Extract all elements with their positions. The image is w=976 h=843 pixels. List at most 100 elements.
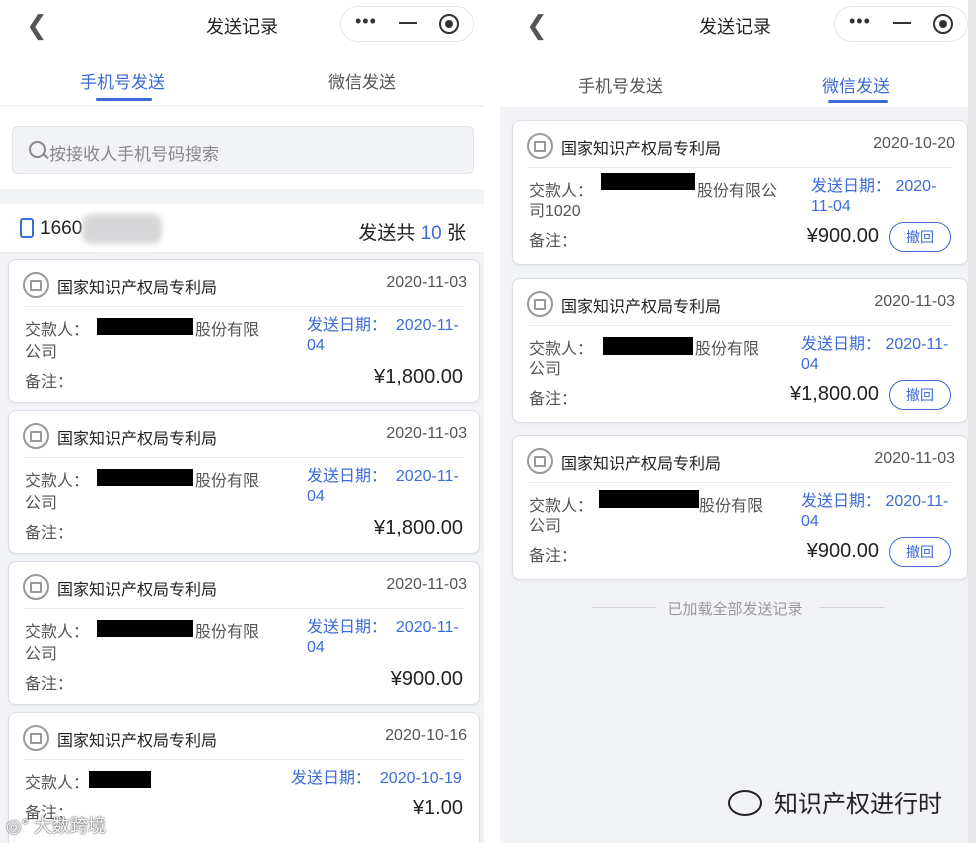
send-date-label: 发送日期：: [307, 619, 388, 636]
search-input[interactable]: 按接收人手机号码搜索: [12, 126, 474, 174]
issue-date: 2020-11-03: [386, 425, 467, 442]
send-date: 发送日期： 2020-11-04: [307, 618, 459, 658]
remark-label: 备注：: [25, 676, 74, 693]
wechat-icon: [728, 790, 762, 816]
search-icon: [29, 141, 46, 158]
send-date-value: 2020-10-19: [379, 770, 462, 787]
redaction-bar: [97, 318, 193, 335]
payer-label: 交款人：: [25, 322, 90, 339]
record-card[interactable]: 国家知识产权局专利局 2020-10-20 交款人： 股份有限公 司1020 发…: [512, 120, 968, 265]
seal-icon: [23, 423, 49, 449]
issue-date: 2020-10-20: [873, 135, 955, 152]
send-date-value: 2020-: [895, 178, 937, 195]
payer-name: 股份有限: [695, 341, 760, 358]
send-count: 发送共 10 张: [358, 218, 466, 245]
send-date-value-cont: 11-04: [811, 198, 851, 215]
nav-bar: ❮ 发送记录 •••: [500, 0, 970, 50]
record-card[interactable]: 国家知识产权局专利局 2020-11-03 交款人： 股份有限 公司 发送日期：…: [8, 410, 480, 554]
send-date-label: 发送日期：: [291, 770, 372, 787]
seal-icon: [23, 272, 49, 298]
send-date-value-cont: 04: [801, 513, 819, 530]
seal-icon: [23, 574, 49, 600]
end-line-right: [820, 607, 884, 608]
left-screen: ❮ 发送记录 ••• 手机号发送 微信发送 按接收人手机号码搜索 1660 发送…: [0, 0, 484, 843]
revoke-button[interactable]: 撤回: [889, 222, 951, 252]
payer-label: 交款人：: [25, 473, 90, 490]
record-card[interactable]: 国家知识产权局专利局 2020-11-03 交款人： 股份有限 公司 发送日期：…: [512, 435, 968, 580]
amount: ¥1,800.00: [374, 517, 463, 539]
send-date-label: 发送日期：: [801, 493, 882, 510]
divider: [23, 306, 465, 307]
tab-phone-send[interactable]: 手机号发送: [80, 68, 165, 93]
record-card[interactable]: 国家知识产权局专利局 2020-11-03 交款人： 股份有限 公司 发送日期：…: [8, 561, 480, 705]
close-circle-icon[interactable]: [439, 14, 459, 34]
phone-icon: [20, 218, 34, 238]
issue-date: 2020-10-16: [385, 727, 467, 744]
divider: [23, 608, 465, 609]
send-date: 发送日期： 2020-11- 04: [801, 492, 948, 532]
tab-bar: 手机号发送 微信发送: [0, 50, 484, 105]
seal-icon: [527, 291, 553, 317]
revoke-button[interactable]: 撤回: [889, 380, 951, 410]
divider: [527, 482, 953, 483]
issue-date: 2020-11-03: [874, 293, 955, 310]
more-icon[interactable]: •••: [849, 11, 871, 32]
redaction-bar: [97, 620, 193, 637]
minimize-icon[interactable]: [893, 22, 911, 24]
mini-program-capsule: •••: [340, 6, 474, 42]
amount: ¥900.00: [806, 540, 879, 562]
phone-summary: 1660 发送共 10 张: [0, 204, 484, 253]
tab-phone-send[interactable]: 手机号发送: [578, 72, 663, 97]
remark-label: 备注：: [529, 391, 578, 408]
seal-icon: [527, 448, 553, 474]
org-name: 国家知识产权局专利局: [561, 141, 722, 158]
org-name: 国家知识产权局专利局: [57, 733, 218, 750]
send-date-value: 2020-11-: [395, 468, 459, 485]
send-date-value-cont: 04: [307, 488, 325, 505]
right-edge-strip: [968, 0, 976, 843]
blurred-phone-digits: [82, 214, 162, 244]
more-icon[interactable]: •••: [355, 11, 377, 32]
redaction-bar: [89, 771, 151, 788]
divider: [23, 457, 465, 458]
close-circle-icon[interactable]: [933, 14, 953, 34]
phone-number: 1660: [40, 218, 83, 239]
amount: ¥1.00: [412, 797, 463, 819]
record-card[interactable]: 国家知识产权局专利局 2020-11-03 交款人： 股份有限 公司 发送日期：…: [512, 278, 968, 423]
send-date-value: 2020-11-: [885, 336, 949, 353]
send-date: 发送日期： 2020-11-04: [811, 177, 936, 217]
redaction-bar: [599, 490, 699, 508]
divider: [527, 325, 953, 326]
send-date-label: 发送日期：: [307, 317, 388, 334]
tab-wechat-send[interactable]: 微信发送: [328, 68, 396, 93]
count-number: 10: [420, 223, 442, 244]
issue-date: 2020-11-03: [386, 274, 467, 291]
send-date-value-cont: 04: [307, 639, 325, 656]
record-card[interactable]: 国家知识产权局专利局 2020-11-03 交款人： 股份有限 公司 发送日期：…: [8, 259, 480, 403]
redaction-bar: [601, 173, 695, 190]
minimize-icon[interactable]: [399, 22, 417, 24]
seal-icon: [23, 725, 49, 751]
divider: [527, 167, 953, 168]
org-name: 国家知识产权局专利局: [57, 582, 218, 599]
nav-bar: ❮ 发送记录 •••: [0, 0, 484, 50]
remark-label: 备注：: [25, 374, 74, 391]
watermark-right: 知识产权进行时: [774, 791, 942, 818]
watermark-left: ◎° 大数跨境: [6, 816, 106, 836]
payer-name-cont: 公司: [25, 495, 58, 512]
send-date-value-cont: 04: [307, 337, 325, 354]
revoke-button[interactable]: 撤回: [889, 537, 951, 567]
remark-label: 备注：: [529, 233, 578, 250]
tab-wechat-send[interactable]: 微信发送: [822, 72, 890, 97]
org-name: 国家知识产权局专利局: [57, 280, 218, 297]
payer-name-cont: 公司: [25, 344, 58, 361]
issue-date: 2020-11-03: [386, 576, 467, 593]
send-date-value: 2020-11-: [885, 493, 949, 510]
amount: ¥1,800.00: [374, 366, 463, 388]
send-date-value: 2020-11-: [395, 317, 459, 334]
payer-label: 交款人：: [25, 624, 90, 641]
send-date: 发送日期： 2020-10-19: [291, 769, 462, 789]
search-section: 按接收人手机号码搜索: [0, 107, 484, 189]
redaction-bar: [97, 469, 193, 486]
panel-separator: [484, 0, 500, 843]
